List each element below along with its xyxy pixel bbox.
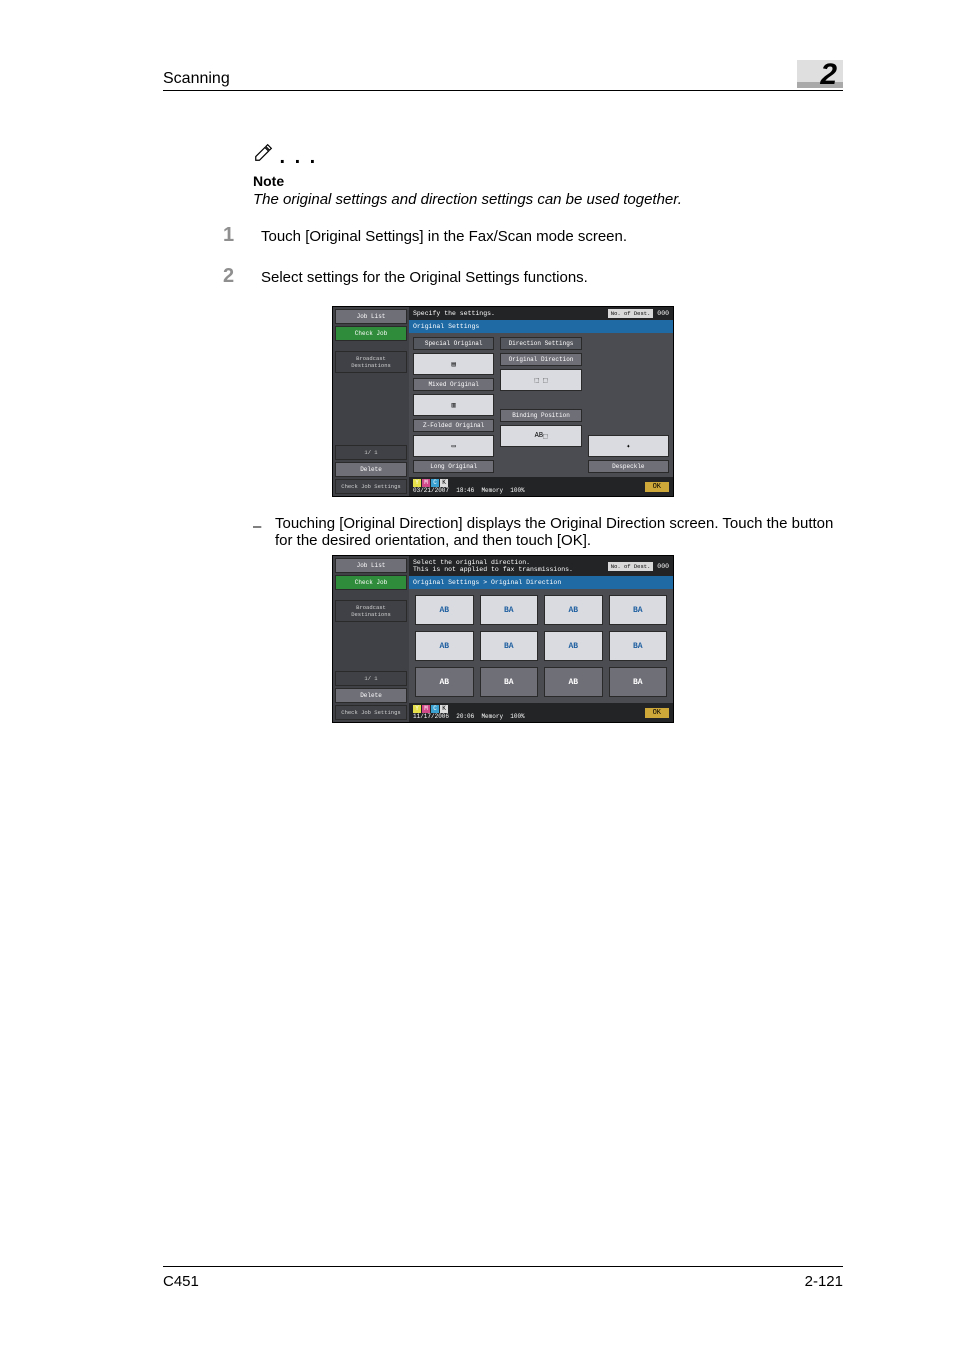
- special-original-header: Special Original: [413, 337, 494, 350]
- note-block: . . . Note The original settings and dir…: [253, 141, 843, 208]
- zfolded-original-button[interactable]: Z-Folded Original: [413, 419, 494, 432]
- step-text: Select settings for the Original Setting…: [253, 265, 843, 288]
- despeckle-icon: ✦: [588, 435, 669, 457]
- job-list-button[interactable]: Job List: [335, 558, 407, 573]
- orientation-option[interactable]: BA: [480, 595, 539, 625]
- page-indicator: 1/ 1: [335, 445, 407, 460]
- dest-badge: No. of Dest.: [608, 309, 654, 318]
- check-job-settings-button[interactable]: Check Job Settings: [335, 479, 407, 494]
- instruction-line1: Select the original direction.: [413, 559, 530, 566]
- mixed-original-icon: ▤: [413, 353, 494, 375]
- check-job-button[interactable]: Check Job: [335, 326, 407, 341]
- status-time: 20:06: [456, 713, 474, 720]
- substep-dash: –: [253, 515, 275, 549]
- instruction-text: Specify the settings.: [413, 310, 495, 317]
- despeckle-button[interactable]: Despeckle: [588, 460, 669, 473]
- step-number: 2: [223, 265, 253, 288]
- breadcrumb: Original Settings: [409, 320, 673, 333]
- toner-indicator: Y M C K: [413, 479, 525, 487]
- orientation-option[interactable]: AB: [415, 631, 474, 661]
- orientation-option-selected[interactable]: AB: [415, 667, 474, 697]
- pencil-icon: [253, 150, 279, 167]
- status-bar: Y M C K 11/17/2006 20:06 Memory 100% OK: [409, 703, 673, 722]
- memory-value: 100%: [510, 487, 524, 494]
- direction-settings-header: Direction Settings: [500, 337, 581, 350]
- substep-text: Touching [Original Direction] displays t…: [275, 515, 843, 549]
- note-text: The original settings and direction sett…: [253, 191, 843, 208]
- step-1: 1 Touch [Original Settings] in the Fax/S…: [223, 224, 843, 247]
- steps-list: 1 Touch [Original Settings] in the Fax/S…: [223, 224, 843, 288]
- memory-value: 100%: [510, 713, 524, 720]
- dest-count: 000: [657, 563, 669, 570]
- broadcast-destinations-label: Broadcast Destinations: [335, 600, 407, 622]
- footer-model: C451: [163, 1273, 199, 1290]
- orientation-grid: AB BA AB BA AB BA AB BA AB BA AB BA: [409, 589, 673, 703]
- orientation-option[interactable]: BA: [609, 595, 668, 625]
- ellipsis-icon: . . .: [279, 146, 317, 168]
- status-time: 18:46: [456, 487, 474, 494]
- zfolded-original-icon: ▥: [413, 394, 494, 416]
- orientation-option[interactable]: BA: [609, 667, 668, 697]
- step-number: 1: [223, 224, 253, 247]
- orientation-option[interactable]: AB: [415, 595, 474, 625]
- binding-position-icon: AB ⬚: [500, 425, 581, 447]
- orientation-option[interactable]: BA: [480, 631, 539, 661]
- dest-badge: No. of Dest.: [608, 562, 654, 571]
- memory-label: Memory: [481, 487, 503, 494]
- status-bar: Y M C K 03/21/2007 18:46 Memory 100% OK: [409, 477, 673, 496]
- breadcrumb: Original Settings > Original Direction: [409, 576, 673, 589]
- instruction-bar: Specify the settings. No. of Dest. 000: [409, 307, 673, 320]
- check-job-button[interactable]: Check Job: [335, 575, 407, 590]
- footer-page: 2-121: [805, 1273, 843, 1290]
- page-header: Scanning 2: [163, 60, 843, 91]
- long-original-icon: ▭: [413, 435, 494, 457]
- memory-label: Memory: [481, 713, 503, 720]
- broadcast-destinations-label: Broadcast Destinations: [335, 351, 407, 373]
- original-direction-icon: ⬚ ⬚: [500, 369, 581, 391]
- chapter-number: 2: [820, 58, 837, 92]
- note-label: Note: [253, 173, 843, 189]
- toner-indicator: Y M C K: [413, 705, 525, 713]
- page-footer: C451 2-121: [163, 1266, 843, 1290]
- page-indicator: 1/ 1: [335, 671, 407, 686]
- orientation-option[interactable]: AB: [544, 631, 603, 661]
- delete-button[interactable]: Delete: [335, 462, 407, 477]
- screenshot-original-settings: Job List Check Job Broadcast Destination…: [332, 306, 674, 497]
- original-direction-button[interactable]: Original Direction: [500, 353, 581, 366]
- section-title: Scanning: [163, 70, 230, 88]
- orientation-option[interactable]: AB: [544, 595, 603, 625]
- dest-count: 000: [657, 310, 669, 317]
- delete-button[interactable]: Delete: [335, 688, 407, 703]
- mixed-original-button[interactable]: Mixed Original: [413, 378, 494, 391]
- orientation-option[interactable]: AB: [544, 667, 603, 697]
- ok-button[interactable]: OK: [645, 482, 669, 492]
- substep: – Touching [Original Direction] displays…: [253, 515, 843, 549]
- job-list-button[interactable]: Job List: [335, 309, 407, 324]
- instruction-line2: This is not applied to fax transmissions…: [413, 566, 573, 573]
- step-text: Touch [Original Settings] in the Fax/Sca…: [253, 224, 843, 247]
- status-date: 03/21/2007: [413, 487, 449, 494]
- chapter-indicator: 2: [797, 60, 843, 88]
- step-2: 2 Select settings for the Original Setti…: [223, 265, 843, 288]
- status-date: 11/17/2006: [413, 713, 449, 720]
- orientation-option[interactable]: BA: [609, 631, 668, 661]
- instruction-bar: Select the original direction. This is n…: [409, 556, 673, 576]
- check-job-settings-button[interactable]: Check Job Settings: [335, 705, 407, 720]
- ok-button[interactable]: OK: [645, 708, 669, 718]
- orientation-option[interactable]: BA: [480, 667, 539, 697]
- binding-position-button[interactable]: Binding Position: [500, 409, 581, 422]
- screenshot-original-direction: Job List Check Job Broadcast Destination…: [332, 555, 674, 723]
- long-original-button[interactable]: Long Original: [413, 460, 494, 473]
